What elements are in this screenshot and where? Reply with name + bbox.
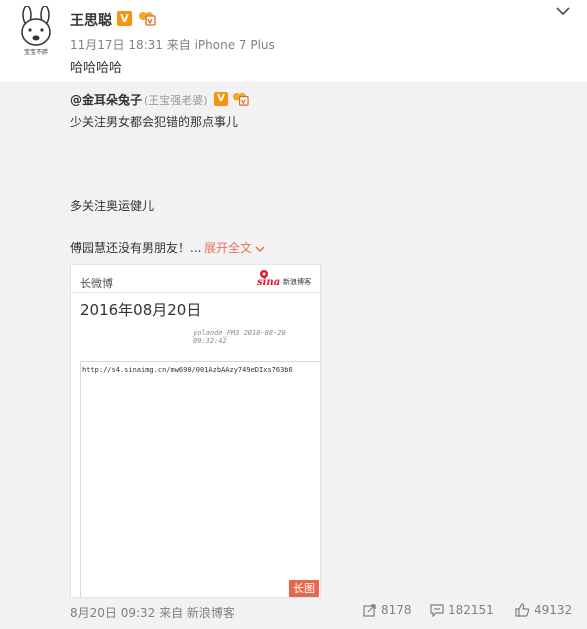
member-crown-icon[interactable] [232,91,249,107]
verified-badge-icon[interactable]: V [117,11,132,26]
original-author-link[interactable]: @金耳朵兔子 [70,91,142,108]
member-crown-icon[interactable] [138,10,156,27]
like-count: 49132 [534,603,573,617]
original-text-line: 傅园慧还没有男朋友！... [70,241,202,255]
expand-label[interactable]: 展开全文 [204,241,252,255]
post-text: 哈哈哈哈 [70,61,123,76]
original-text-line: 少关注男女都会犯错的那点事儿 [70,115,239,129]
comment-button[interactable]: 182151 [430,603,494,617]
avatar[interactable]: 宝宝不胖 [14,6,58,56]
original-author-remark: (王宝强老婆) [144,94,208,107]
sina-blog-logo: sina 新浪博客 [257,270,311,288]
comment-icon [430,603,444,617]
long-weibo-card[interactable]: 长微博 sina 新浪博客 2016年08月20日 yolande_FM3 20… [70,264,321,598]
chevron-down-icon[interactable] [555,5,571,17]
card-url: http://s4.sinaimg.cn/mw690/001AzbAAzy749… [82,366,293,374]
repost-icon [363,603,376,617]
original-text-line: 多关注奥运健儿 [70,199,155,213]
sina-logo-text: sina [257,277,280,288]
card-title: 长微博 [80,277,113,290]
post-meta[interactable]: 11月17日 18:31 来自 iPhone 7 Plus [70,36,275,53]
card-author-line: yolande_FM3 2016-08-20 09:32:42 [193,329,286,345]
thumbs-up-icon [515,603,530,617]
comment-count: 182151 [448,603,494,617]
expand-full-text-link[interactable]: 展开全文 [204,239,265,256]
long-image-badge: 长图 [289,580,319,597]
card-date: 2016年08月20日 [80,301,202,319]
repost-button[interactable]: 8178 [363,603,412,617]
author-name[interactable]: 王思聪 [70,10,112,30]
repost-meta[interactable]: 8月20日 09:32 来自 新浪博客 [70,604,235,621]
avatar-caption: 宝宝不胖 [24,48,48,56]
card-content-frame: http://s4.sinaimg.cn/mw690/001AzbAAzy749… [80,361,320,597]
repost-count: 8178 [381,603,412,617]
verified-badge-icon[interactable]: V [214,92,228,106]
chevron-down-icon[interactable] [255,245,265,253]
like-button[interactable]: 49132 [515,603,572,617]
sina-logo-sub: 新浪博客 [283,277,311,286]
card-divider [71,292,320,293]
